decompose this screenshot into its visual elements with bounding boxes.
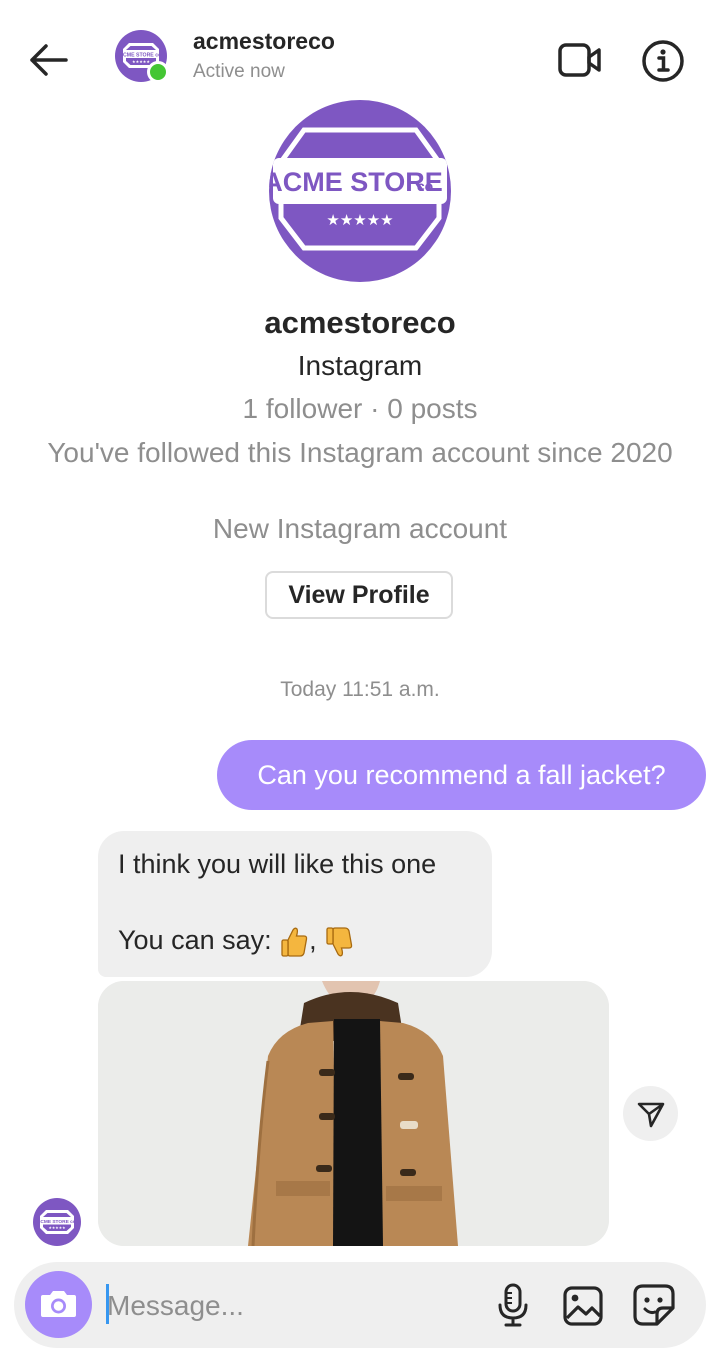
message-line: I think you will like this one (118, 849, 437, 879)
profile-platform: Instagram (297, 350, 423, 381)
microphone-icon (498, 1283, 528, 1327)
svg-text:★★★★★: ★★★★★ (132, 59, 150, 64)
info-button[interactable] (638, 36, 688, 86)
gallery-icon (563, 1286, 603, 1326)
header-active-status: Active now (193, 61, 285, 82)
sticker-icon (633, 1284, 675, 1326)
header-username[interactable]: acmestoreco (193, 28, 335, 55)
jacket-photo-attachment[interactable] (98, 981, 609, 1246)
message-text: You can say: (118, 925, 280, 956)
profile-avatar[interactable]: ACME STORE co. ★★★★★ (269, 100, 451, 282)
svg-text:★★★★★: ★★★★★ (48, 1225, 66, 1230)
online-indicator (147, 61, 169, 83)
profile-username: acmestoreco (264, 305, 456, 340)
thumbs-up-emoji (281, 927, 308, 957)
camera-button[interactable] (25, 1271, 92, 1338)
share-button[interactable] (623, 1086, 678, 1141)
video-call-button[interactable] (555, 38, 605, 82)
acme-store-logo: ACME STORE co. ★★★★★ (269, 125, 447, 252)
gallery-button[interactable] (561, 1284, 605, 1328)
sticker-button[interactable] (631, 1282, 677, 1328)
message-input[interactable] (107, 1283, 477, 1329)
send-share-icon (637, 1102, 665, 1128)
followed-since-text: You've followed this Instagram account s… (47, 437, 673, 468)
outgoing-message[interactable]: Can you recommend a fall jacket? (217, 740, 706, 810)
camera-icon (41, 1291, 76, 1317)
duffle-coat-image (98, 981, 609, 1246)
view-profile-button[interactable]: View Profile (265, 571, 453, 619)
svg-text:ACME STORE co.: ACME STORE co. (119, 53, 163, 59)
svg-text:co.: co. (417, 178, 437, 194)
back-button[interactable] (22, 38, 72, 82)
incoming-message[interactable]: I think you will like this one You can s… (98, 831, 492, 977)
back-arrow-icon (30, 44, 68, 76)
acme-logo-small: ACME STORE co. ★★★★★ (37, 1210, 77, 1234)
thumbs-down-emoji (326, 927, 353, 957)
message-timestamp: Today 11:51 a.m. (280, 678, 440, 701)
info-icon (642, 40, 684, 82)
svg-text:★★★★★: ★★★★★ (326, 211, 393, 229)
emoji-separator: , (309, 925, 325, 956)
message-line-reply-options: You can say: , (118, 925, 472, 959)
video-call-icon (558, 43, 601, 77)
sender-avatar[interactable]: ACME STORE co. ★★★★★ (33, 1198, 81, 1246)
voice-message-button[interactable] (493, 1282, 533, 1328)
profile-stats: 1 follower · 0 posts (242, 393, 478, 424)
account-note: New Instagram account (212, 513, 508, 544)
